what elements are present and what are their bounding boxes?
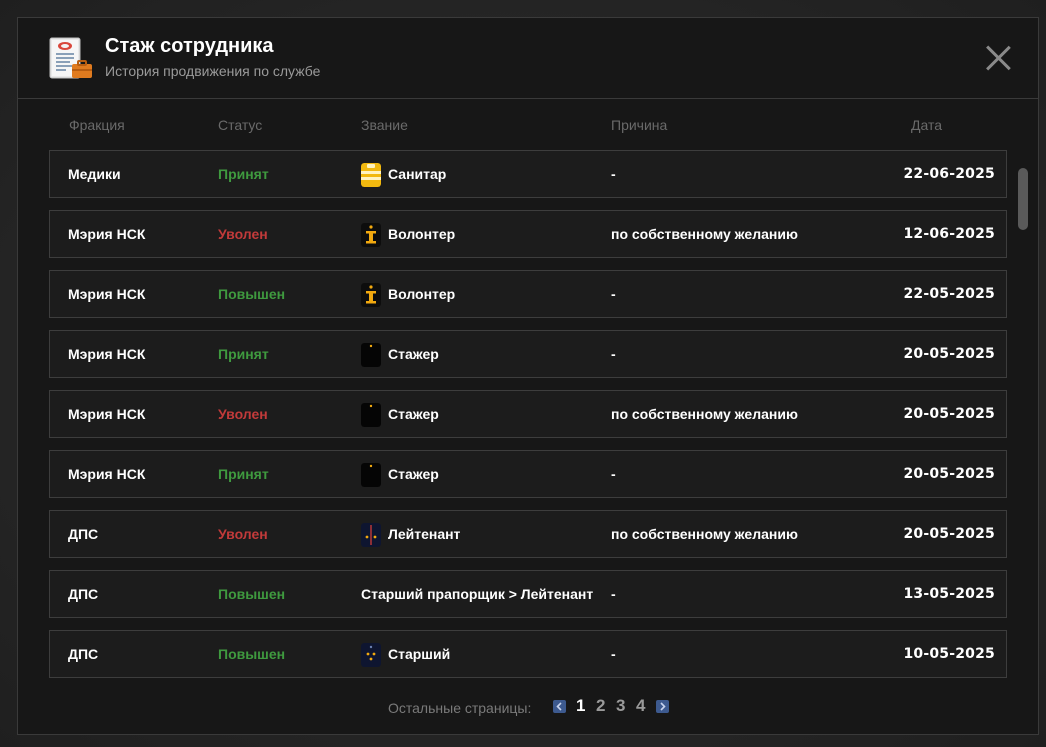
faction-cell: ДПС bbox=[68, 586, 99, 602]
table-row[interactable]: ДПС Уволен Лейтенант по собственному жел… bbox=[49, 510, 1007, 558]
document-briefcase-icon bbox=[49, 37, 92, 79]
page-button-3[interactable]: 3 bbox=[616, 696, 625, 716]
date-cell: 12-06-2025 bbox=[903, 226, 995, 242]
modal-subtitle: История продвижения по службе bbox=[105, 63, 321, 79]
rank-cell: Старший bbox=[388, 646, 451, 662]
status-cell: Повышен bbox=[218, 646, 286, 662]
faction-cell: ДПС bbox=[68, 646, 99, 662]
status-cell: Принят bbox=[218, 466, 269, 482]
chevron-left-icon[interactable] bbox=[553, 700, 566, 713]
date-cell: 13-05-2025 bbox=[903, 586, 995, 602]
status-cell: Принят bbox=[218, 346, 269, 362]
pagination-label: Остальные страницы: bbox=[388, 700, 532, 716]
status-cell: Принят bbox=[218, 166, 269, 182]
status-cell: Повышен bbox=[218, 286, 286, 302]
faction-cell: Мэрия НСК bbox=[68, 346, 146, 362]
date-cell: 20-05-2025 bbox=[903, 526, 995, 542]
intern-rank-icon bbox=[361, 463, 381, 487]
senior-rank-icon bbox=[361, 643, 381, 667]
status-cell: Уволен bbox=[218, 526, 268, 542]
rank-cell: Волонтер bbox=[388, 226, 456, 242]
reason-cell: - bbox=[611, 166, 616, 182]
intern-rank-icon bbox=[361, 343, 381, 367]
reason-cell: по собственному желанию bbox=[611, 406, 798, 422]
date-cell: 20-05-2025 bbox=[903, 406, 995, 422]
page-button-4[interactable]: 4 bbox=[636, 696, 645, 716]
faction-cell: Мэрия НСК bbox=[68, 466, 146, 482]
table-row[interactable]: Медики Принят Санитар - 22-06-2025 bbox=[49, 150, 1007, 198]
faction-cell: Мэрия НСК bbox=[68, 406, 146, 422]
employee-history-modal: Стаж сотрудника История продвижения по с… bbox=[17, 17, 1039, 735]
column-header-status: Статус bbox=[218, 117, 263, 133]
modal-header: Стаж сотрудника История продвижения по с… bbox=[18, 18, 1038, 99]
status-cell: Уволен bbox=[218, 406, 268, 422]
rank-cell: Лейтенант bbox=[388, 526, 461, 542]
rank-cell: Стажер bbox=[388, 346, 439, 362]
rank-cell: Волонтер bbox=[388, 286, 456, 302]
column-header-date: Дата bbox=[911, 117, 943, 133]
pagination: Остальные страницы: 1 2 3 4 bbox=[18, 696, 1038, 722]
history-table: Медики Принят Санитар - 22-06-2025 Мэрия… bbox=[49, 150, 1007, 679]
date-cell: 22-06-2025 bbox=[903, 166, 995, 182]
table-row[interactable]: Мэрия НСК Принят Стажер - 20-05-2025 bbox=[49, 450, 1007, 498]
table-row[interactable]: ДПС Повышен Старший прапорщик > Лейтенан… bbox=[49, 570, 1007, 618]
page-button-2[interactable]: 2 bbox=[596, 696, 605, 716]
intern-rank-icon bbox=[361, 403, 381, 427]
column-header-faction: Фракция bbox=[69, 117, 125, 133]
status-cell: Повышен bbox=[218, 586, 286, 602]
chevron-right-icon[interactable] bbox=[656, 700, 669, 713]
rank-cell: Санитар bbox=[388, 166, 447, 182]
rank-cell: Стажер bbox=[388, 466, 439, 482]
reason-cell: - bbox=[611, 286, 616, 302]
lieutenant-rank-icon bbox=[361, 523, 381, 547]
volunteer-rank-icon bbox=[361, 223, 381, 247]
reason-cell: - bbox=[611, 646, 616, 662]
table-row[interactable]: Мэрия НСК Уволен Стажер по собственному … bbox=[49, 390, 1007, 438]
reason-cell: - bbox=[611, 346, 616, 362]
table-row[interactable]: ДПС Повышен Старший - 10-05-2025 bbox=[49, 630, 1007, 678]
reason-cell: - bbox=[611, 586, 616, 602]
modal-title: Стаж сотрудника bbox=[105, 35, 274, 57]
close-icon[interactable] bbox=[984, 44, 1012, 72]
date-cell: 20-05-2025 bbox=[903, 346, 995, 362]
date-cell: 20-05-2025 bbox=[903, 466, 995, 482]
column-header-rank: Звание bbox=[361, 117, 408, 133]
faction-cell: Медики bbox=[68, 166, 121, 182]
rank-cell: Стажер bbox=[388, 406, 439, 422]
volunteer-rank-icon bbox=[361, 283, 381, 307]
faction-cell: Мэрия НСК bbox=[68, 226, 146, 242]
scrollbar-thumb[interactable] bbox=[1018, 168, 1028, 230]
medic-rank-icon bbox=[361, 163, 381, 187]
date-cell: 22-05-2025 bbox=[903, 286, 995, 302]
table-row[interactable]: Мэрия НСК Принят Стажер - 20-05-2025 bbox=[49, 330, 1007, 378]
status-cell: Уволен bbox=[218, 226, 268, 242]
page-button-1[interactable]: 1 bbox=[576, 696, 585, 716]
reason-cell: по собственному желанию bbox=[611, 226, 798, 242]
date-cell: 10-05-2025 bbox=[903, 646, 995, 662]
table-row[interactable]: Мэрия НСК Повышен Волонтер - 22-05-2025 bbox=[49, 270, 1007, 318]
reason-cell: по собственному желанию bbox=[611, 526, 798, 542]
table-row[interactable]: Мэрия НСК Уволен Волонтер по собственном… bbox=[49, 210, 1007, 258]
column-header-reason: Причина bbox=[611, 117, 668, 133]
faction-cell: Мэрия НСК bbox=[68, 286, 146, 302]
reason-cell: - bbox=[611, 466, 616, 482]
rank-cell: Старший прапорщик > Лейтенант bbox=[361, 586, 594, 602]
faction-cell: ДПС bbox=[68, 526, 99, 542]
